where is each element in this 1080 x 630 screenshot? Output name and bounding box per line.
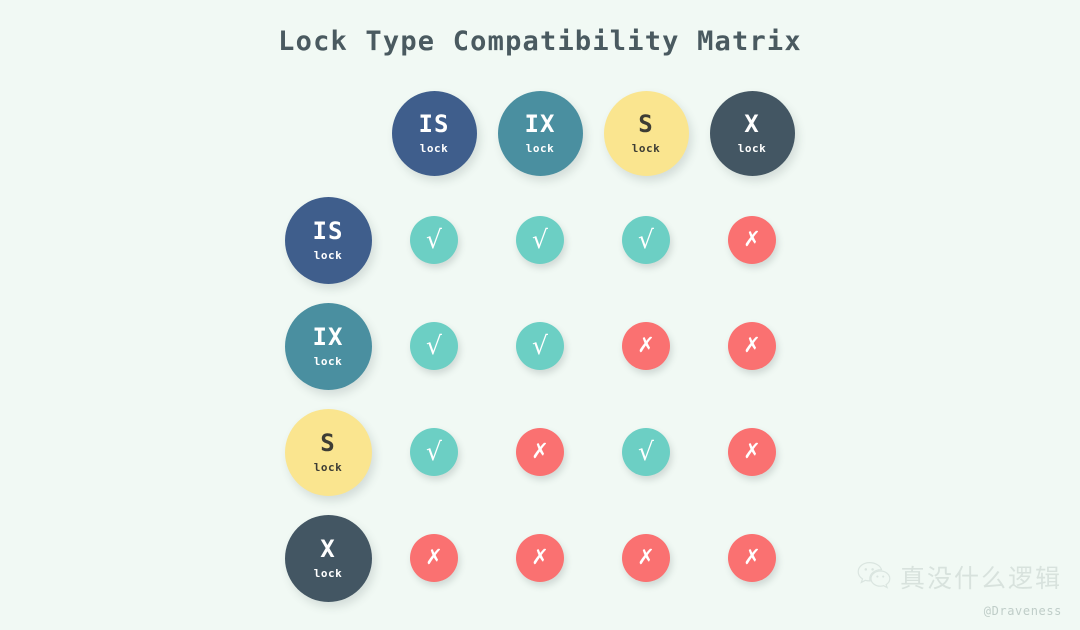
lock-type-sublabel: lock: [313, 249, 343, 262]
lock-type-code: IS: [418, 110, 450, 138]
column-header-x: Xlock: [709, 90, 795, 176]
watermark-brand: 真没什么逻辑: [857, 559, 1062, 595]
cross-icon: ✗: [637, 545, 655, 569]
matrix-cell-x-ix: ✗: [516, 534, 564, 582]
matrix-cell-ix-ix: √: [516, 322, 564, 370]
lock-type-code: IX: [312, 323, 344, 351]
watermark-brand-text: 真没什么逻辑: [899, 564, 1062, 593]
lock-type-sublabel: lock: [419, 142, 449, 155]
matrix-cell-s-s: √: [622, 428, 670, 476]
cross-icon: ✗: [531, 439, 549, 463]
row-header-s: Slock: [284, 408, 372, 496]
lock-type-code: IS: [312, 217, 344, 245]
lock-type-sublabel: lock: [631, 142, 661, 155]
matrix-cell-ix-s: ✗: [622, 322, 670, 370]
check-icon: √: [426, 330, 442, 360]
cross-icon: ✗: [637, 333, 655, 357]
lock-type-code: X: [320, 535, 336, 563]
check-icon: √: [638, 224, 654, 254]
lock-type-code: X: [744, 110, 760, 138]
cross-icon: ✗: [743, 439, 761, 463]
watermark-handle: @Draveness: [983, 604, 1062, 618]
cross-icon: ✗: [425, 545, 443, 569]
lock-type-sublabel: lock: [313, 461, 343, 474]
row-header-is: IS lock: [284, 196, 372, 284]
watermark: 真没什么逻辑 @Draveness: [857, 559, 1062, 618]
matrix-cell-x-x: ✗: [728, 534, 776, 582]
lock-type-sublabel: lock: [313, 567, 343, 580]
cross-icon: ✗: [531, 545, 549, 569]
check-icon: √: [426, 436, 442, 466]
matrix-cell-is-ix: √: [516, 216, 564, 264]
page-title: Lock Type Compatibility Matrix: [278, 26, 802, 57]
matrix-cell-ix-x: ✗: [728, 322, 776, 370]
check-icon: √: [532, 224, 548, 254]
lock-type-code: S: [638, 110, 654, 138]
lock-compatibility-matrix: Lock Type Compatibility Matrix IS lock IX l…: [0, 0, 1080, 630]
lock-type-sublabel: lock: [313, 355, 343, 368]
cross-icon: ✗: [743, 227, 761, 251]
cross-icon: ✗: [743, 545, 761, 569]
matrix-cell-x-is: ✗: [410, 534, 458, 582]
lock-type-sublabel: lock: [525, 142, 555, 155]
lock-type-code: S: [320, 429, 336, 457]
lock-type-code: IX: [524, 110, 556, 138]
matrix-cell-s-is: √: [410, 428, 458, 476]
matrix-cell-is-x: ✗: [728, 216, 776, 264]
matrix-cell-is-is: √: [410, 216, 458, 264]
column-header-is: IS lock: [391, 90, 477, 176]
check-icon: √: [638, 436, 654, 466]
column-header-s: Slock: [603, 90, 689, 176]
cross-icon: ✗: [743, 333, 761, 357]
check-icon: √: [426, 224, 442, 254]
matrix-cell-s-x: ✗: [728, 428, 776, 476]
matrix-cell-s-ix: ✗: [516, 428, 564, 476]
check-icon: √: [532, 330, 548, 360]
matrix-cell-x-s: ✗: [622, 534, 670, 582]
row-header-x: Xlock: [284, 514, 372, 602]
matrix-cell-is-s: √: [622, 216, 670, 264]
wechat-icon: [857, 561, 891, 593]
lock-type-sublabel: lock: [737, 142, 767, 155]
column-header-ix: IX lock: [497, 90, 583, 176]
row-header-ix: IX lock: [284, 302, 372, 390]
matrix-cell-ix-is: √: [410, 322, 458, 370]
